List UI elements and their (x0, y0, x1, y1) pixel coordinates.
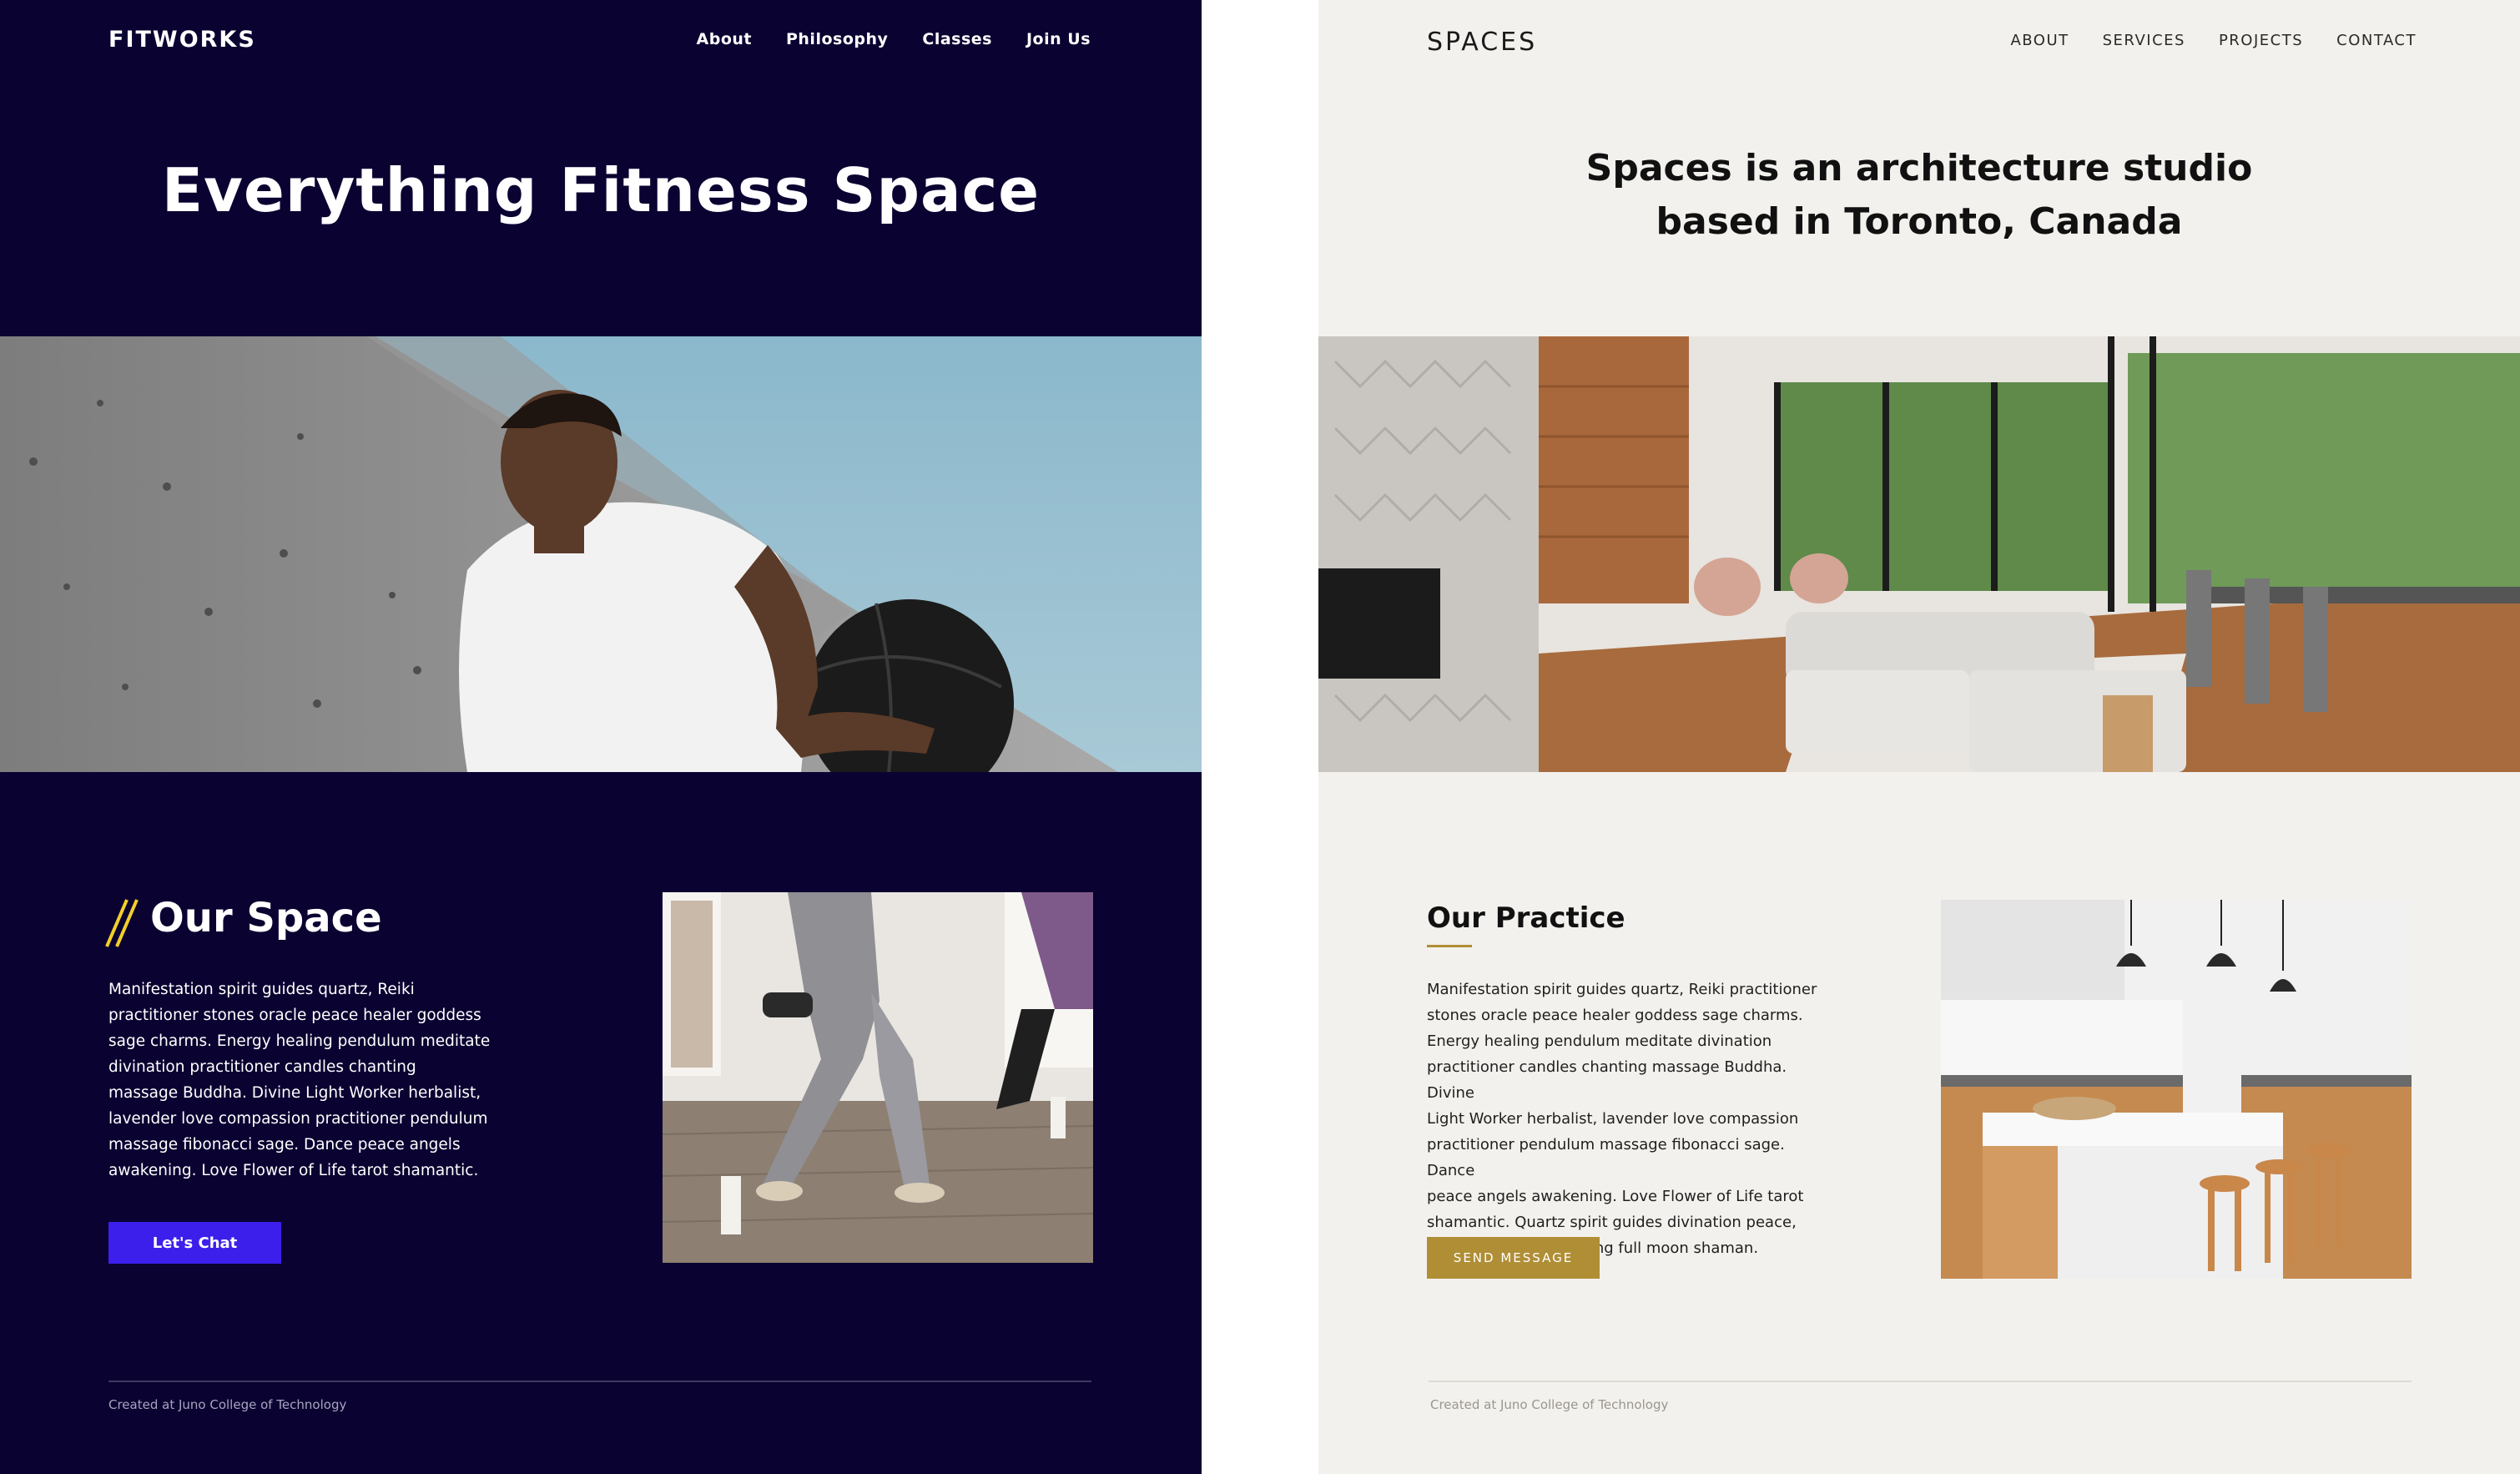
hero-title: Spaces is an architecture studio based i… (1318, 142, 2520, 249)
nav-link-classes[interactable]: Classes (922, 30, 992, 48)
send-message-button[interactable]: SEND MESSAGE (1427, 1237, 1600, 1279)
body-line: practitioner candles chanting massage Bu… (1427, 1058, 1787, 1102)
section-title: Our Space (150, 895, 382, 941)
body-line: massage fibonacci sage. Dance peace ange… (108, 1136, 461, 1153)
body-line: stones oracle peace healer goddess sage … (1427, 1007, 1803, 1024)
spaces-page: SPACES ABOUT SERVICES PROJECTS CONTACT S… (1318, 0, 2520, 1474)
title-underline (1427, 945, 1472, 947)
nav-link-contact[interactable]: CONTACT (2336, 32, 2417, 49)
footer-divider (108, 1381, 1091, 1382)
kitchen-image (1941, 900, 2412, 1279)
body-line: massage Buddha. Divine Light Worker herb… (108, 1084, 481, 1102)
body-line: shamantic. Quartz spirit guides divinati… (1427, 1214, 1797, 1231)
body-line: Manifestation spirit guides quartz, Reik… (1427, 981, 1817, 998)
lets-chat-button[interactable]: Let's Chat (108, 1222, 281, 1264)
hero-title-line: Spaces is an architecture studio (1585, 147, 2253, 189)
slash-accent-icon (105, 899, 139, 947)
footer-credit: Created at Juno College of Technology (108, 1397, 347, 1412)
fitworks-page: FITWORKS About Philosophy Classes Join U… (0, 0, 1202, 1474)
body-line: lavender love compassion practitioner pe… (108, 1110, 488, 1128)
body-line: Manifestation spirit guides quartz, Reik… (108, 981, 415, 998)
nav-link-services[interactable]: SERVICES (2103, 32, 2185, 49)
hero-title: Everything Fitness Space (161, 155, 1041, 225)
spaces-nav: ABOUT SERVICES PROJECTS CONTACT (2010, 32, 2417, 49)
body-line: sage charms. Energy healing pendulum med… (108, 1032, 491, 1050)
body-line: Energy healing pendulum meditate divinat… (1427, 1032, 1772, 1050)
nav-link-join-us[interactable]: Join Us (1026, 30, 1091, 48)
hero-image-living-room (1318, 336, 2520, 772)
fitworks-logo[interactable]: FITWORKS (108, 27, 256, 53)
hero-image-athlete (0, 336, 1202, 772)
spaces-logo[interactable]: SPACES (1427, 28, 1537, 57)
body-line: divination practitioner candles chanting (108, 1058, 416, 1076)
nav-link-about[interactable]: ABOUT (2010, 32, 2069, 49)
section-body: Manifestation spirit guides quartz, Reik… (1427, 977, 1819, 1261)
section-title: Our Practice (1427, 901, 1625, 935)
fitworks-nav: About Philosophy Classes Join Us (697, 30, 1091, 48)
workout-class-image (663, 892, 1093, 1263)
section-body: Manifestation spirit guides quartz, Reik… (108, 977, 501, 1184)
nav-link-philosophy[interactable]: Philosophy (786, 30, 888, 48)
hero-title-line: based in Toronto, Canada (1656, 200, 2183, 243)
footer-divider (1429, 1381, 2412, 1382)
footer-credit: Created at Juno College of Technology (1430, 1397, 1669, 1412)
body-line: peace angels awakening. Love Flower of L… (1427, 1188, 1804, 1205)
nav-link-about[interactable]: About (697, 30, 752, 48)
body-line: practitioner stones oracle peace healer … (108, 1007, 481, 1024)
body-line: Light Worker herbalist, lavender love co… (1427, 1110, 1799, 1128)
body-line: awakening. Love Flower of Life tarot sha… (108, 1162, 479, 1179)
nav-link-projects[interactable]: PROJECTS (2219, 32, 2303, 49)
body-line: practitioner pendulum massage fibonacci … (1427, 1136, 1785, 1179)
